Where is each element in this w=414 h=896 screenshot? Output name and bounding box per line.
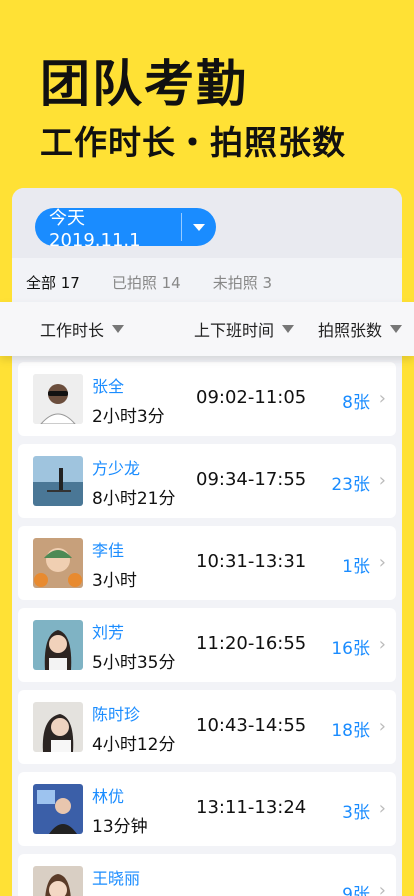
avatar	[33, 538, 83, 588]
tab-all[interactable]: 全部 17	[26, 272, 80, 305]
employee-row[interactable]: 陈时珍 4小时12分 10:43-14:55 18张 ›	[18, 690, 396, 764]
photo-count: 18张	[331, 721, 370, 741]
shift-time: 11:20-16:55	[196, 633, 307, 654]
avatar	[33, 866, 83, 896]
work-duration: 2小时3分	[92, 407, 165, 427]
date-bar: 今天 2019.11.1	[12, 188, 402, 258]
chevron-right-icon: ›	[378, 798, 386, 819]
sort-arrow-icon	[390, 325, 403, 333]
date-selector[interactable]: 今天 2019.11.1	[35, 208, 216, 251]
employee-row[interactable]: 李佳 3小时 10:31-13:31 1张 ›	[18, 526, 396, 600]
photo-count: 3张	[342, 803, 370, 823]
tab-photographed[interactable]: 已拍照 14	[112, 272, 181, 293]
employee-row[interactable]: 林优 13分钟 13:11-13:24 3张 ›	[18, 772, 396, 846]
photo-count: 23张	[331, 475, 370, 495]
chevron-right-icon: ›	[378, 388, 386, 409]
employee-list: 张全 2小时3分 09:02-11:05 8张 › 方少龙 8小时21分 09:…	[18, 362, 396, 896]
employee-name: 林优	[92, 787, 125, 806]
avatar	[33, 374, 83, 424]
photo-count: 8张	[342, 393, 370, 413]
shift-time: 10:31-13:31	[196, 551, 307, 572]
avatar	[33, 620, 83, 670]
chevron-right-icon: ›	[378, 552, 386, 573]
avatar	[33, 784, 83, 834]
shift-time: 09:34-17:55	[196, 469, 307, 490]
photo-count: 9张	[342, 885, 370, 896]
work-duration: 8小时21分	[92, 489, 176, 509]
caret-down-icon[interactable]	[182, 223, 216, 231]
photo-count: 16张	[331, 639, 370, 659]
avatar	[33, 702, 83, 752]
employee-name: 陈时珍	[92, 705, 141, 724]
sort-photo-count[interactable]: 拍照张数	[318, 317, 403, 341]
chevron-right-icon: ›	[378, 880, 386, 896]
date-label: 今天 2019.11.1	[49, 207, 141, 251]
sort-arrow-icon	[112, 325, 125, 333]
work-duration: 5小时35分	[92, 653, 176, 673]
sort-duration-label: 工作时长	[40, 321, 105, 340]
chevron-right-icon: ›	[378, 716, 386, 737]
hero-subtitle: 工作时长・拍照张数	[40, 123, 346, 162]
sort-bar: 工作时长 上下班时间 拍照张数	[0, 302, 414, 356]
work-duration: 4小时12分	[92, 735, 176, 755]
sort-duration[interactable]: 工作时长	[40, 317, 125, 341]
work-duration: 3小时	[92, 571, 137, 591]
sort-photo-count-label: 拍照张数	[318, 321, 383, 340]
sort-arrow-icon	[282, 325, 295, 333]
shift-time: 09:02-11:05	[196, 387, 307, 408]
photo-count: 1张	[342, 557, 370, 577]
shift-time: 13:11-13:24	[196, 797, 307, 818]
employee-row[interactable]: 刘芳 5小时35分 11:20-16:55 16张 ›	[18, 608, 396, 682]
employee-name: 张全	[92, 377, 125, 396]
employee-row[interactable]: 张全 2小时3分 09:02-11:05 8张 ›	[18, 362, 396, 436]
hero-title: 团队考勤	[40, 55, 248, 113]
sort-shift-time-label: 上下班时间	[194, 321, 275, 340]
tab-not-photographed[interactable]: 未拍照 3	[213, 272, 272, 293]
chevron-right-icon: ›	[378, 470, 386, 491]
shift-time: 10:43-14:55	[196, 715, 307, 736]
employee-name: 王晓丽	[92, 869, 141, 888]
filter-tabs: 全部 17 已拍照 14 未拍照 3	[12, 260, 402, 305]
sort-shift-time[interactable]: 上下班时间	[194, 317, 295, 341]
employee-row[interactable]: 王晓丽 9张 ›	[18, 854, 396, 896]
employee-name: 刘芳	[92, 623, 125, 642]
avatar	[33, 456, 83, 506]
chevron-right-icon: ›	[378, 634, 386, 655]
employee-name: 方少龙	[92, 459, 141, 478]
employee-row[interactable]: 方少龙 8小时21分 09:34-17:55 23张 ›	[18, 444, 396, 518]
work-duration: 13分钟	[92, 817, 148, 837]
employee-name: 李佳	[92, 541, 125, 560]
